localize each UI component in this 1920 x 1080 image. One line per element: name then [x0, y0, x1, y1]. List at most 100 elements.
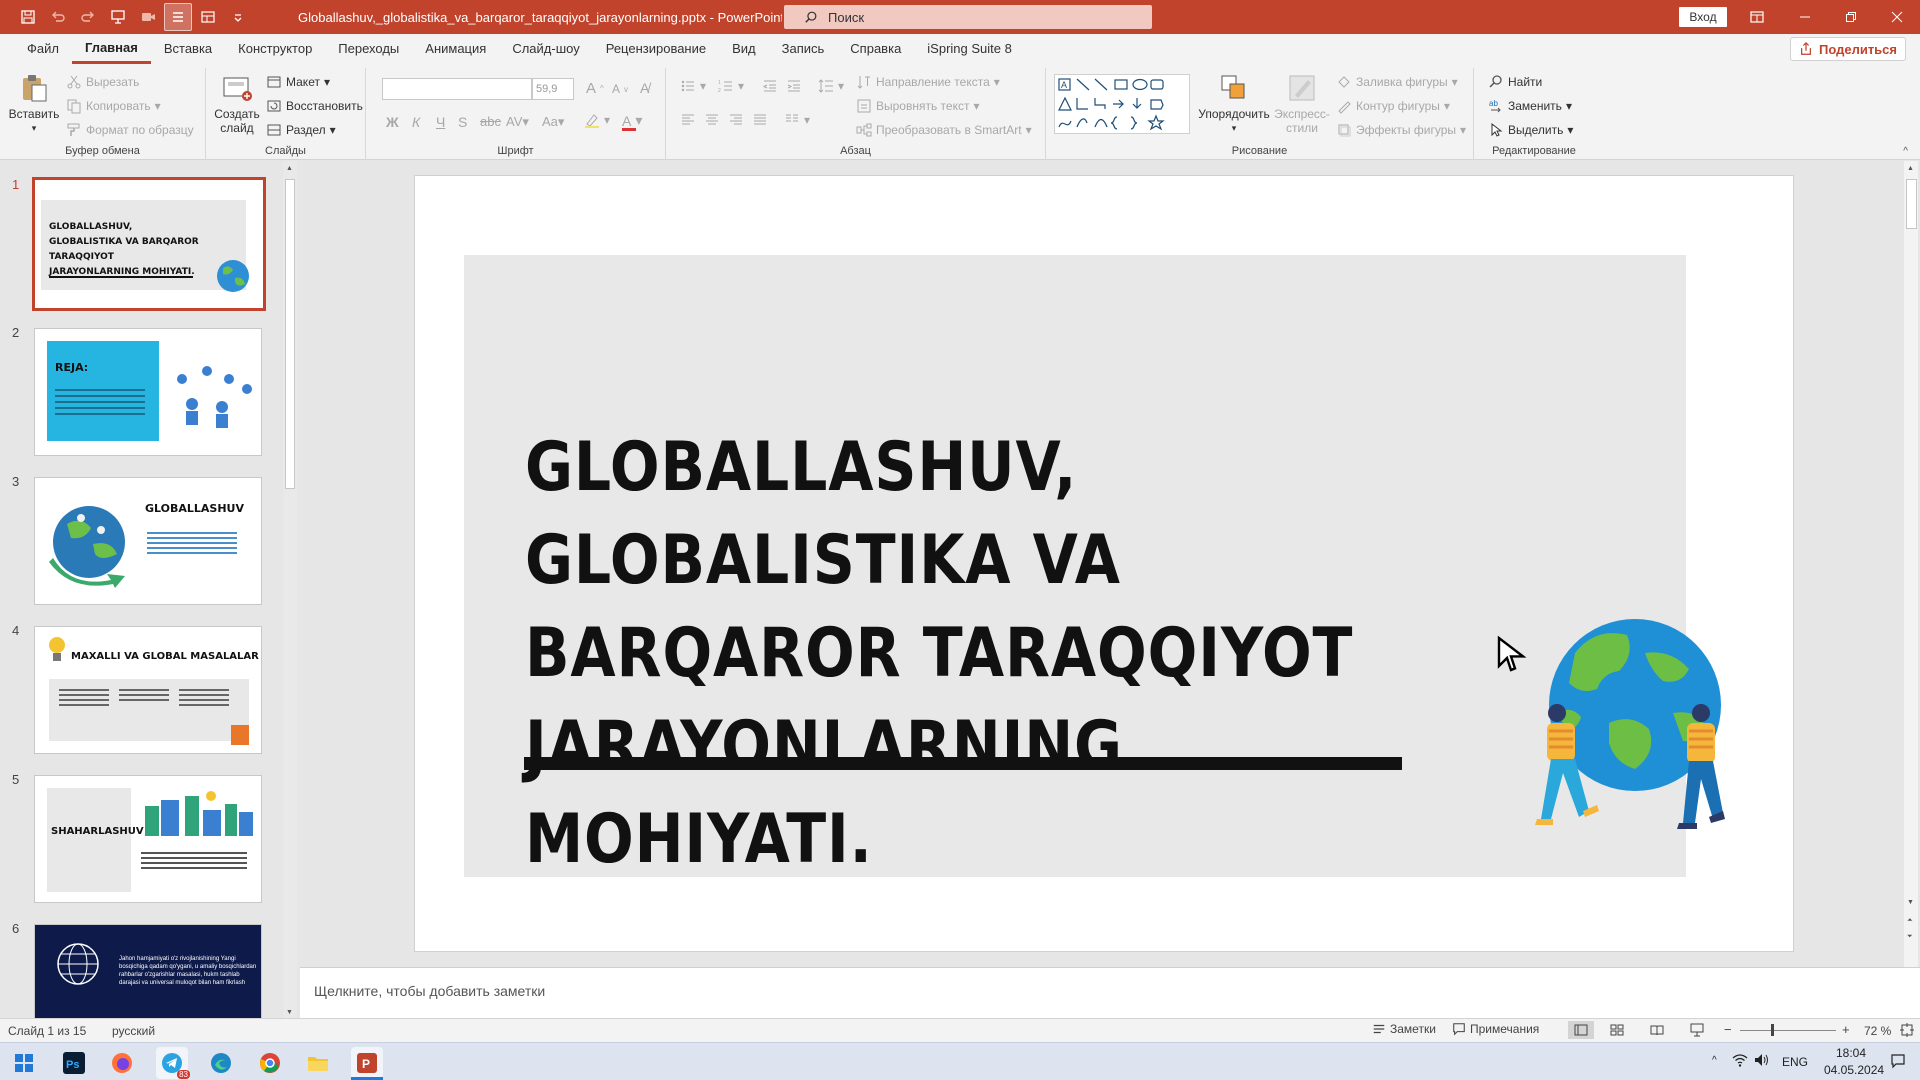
clock-date[interactable]: 04.05.2024	[1824, 1063, 1884, 1077]
copy-button[interactable]: Копировать ▾	[66, 98, 161, 114]
find-button[interactable]: Найти	[1488, 74, 1542, 90]
windows-start-icon[interactable]	[8, 1047, 40, 1079]
telegram-icon[interactable]: 83	[156, 1047, 190, 1079]
shape-fill-button[interactable]: Заливка фигуры ▾	[1336, 74, 1458, 90]
notes-toggle-button[interactable]: Заметки	[1372, 1022, 1436, 1036]
slide-title[interactable]: GLOBALLASHUV, GLOBALISTIKA VA BARQAROR T…	[525, 421, 1385, 886]
replace-button[interactable]: ab Заменить ▾	[1488, 98, 1572, 114]
font-name-combo[interactable]	[382, 78, 532, 100]
normal-view-button[interactable]	[1568, 1021, 1594, 1039]
text-direction-button[interactable]: Направление текста ▾	[856, 74, 1000, 90]
columns-button[interactable]: ▾	[784, 112, 810, 128]
next-slide-icon[interactable]: ⏷	[1907, 933, 1913, 941]
underline-button[interactable]: Ч	[436, 114, 445, 130]
grow-font-button[interactable]: A ^	[586, 80, 604, 97]
bold-button[interactable]: Ж	[386, 114, 399, 130]
slide-thumbnail-5[interactable]: SHAHARLASHUV	[34, 775, 262, 903]
ribbon-display-icon[interactable]	[1749, 9, 1765, 28]
slide-scroll-up-icon[interactable]: ▲	[1907, 165, 1914, 172]
clock-time[interactable]: 18:04	[1836, 1046, 1866, 1060]
powerpoint-icon[interactable]: P	[351, 1047, 383, 1079]
zoom-in-button[interactable]: +	[1842, 1022, 1850, 1037]
tab-review[interactable]: Рецензирование	[593, 34, 719, 64]
numbering-button[interactable]: 1 2 ▾	[718, 78, 744, 94]
thumbnails-scrollbar[interactable]: ▲ ▼	[283, 161, 297, 1018]
slide-scroll-down-icon[interactable]: ▼	[1907, 899, 1914, 906]
font-color-button[interactable]: A ▾	[622, 112, 642, 131]
section-button[interactable]: Раздел ▾	[266, 122, 336, 138]
thumbnails-scroll-thumb[interactable]	[285, 179, 295, 489]
firefox-icon[interactable]	[106, 1047, 138, 1079]
tab-record[interactable]: Запись	[769, 34, 838, 64]
zoom-level[interactable]: 72 %	[1864, 1024, 1891, 1038]
line-spacing-button[interactable]: ▾	[818, 78, 844, 94]
collapse-ribbon-icon[interactable]: ^	[1903, 146, 1908, 157]
slide-thumbnail-4[interactable]: MAXALLI VA GLOBAL MASALALAR	[34, 626, 262, 754]
clear-format-button[interactable]: A̸	[640, 80, 649, 96]
comments-toggle-button[interactable]: Примечания	[1452, 1022, 1539, 1036]
char-spacing-button[interactable]: AV▾	[506, 114, 529, 130]
slide-sorter-button[interactable]	[1610, 1024, 1624, 1039]
input-language[interactable]: ENG	[1782, 1055, 1808, 1069]
minimize-icon[interactable]	[1782, 0, 1828, 34]
align-right-button[interactable]	[728, 112, 744, 128]
zoom-slider[interactable]	[1740, 1030, 1836, 1031]
edge-icon[interactable]	[205, 1047, 237, 1079]
tab-insert[interactable]: Вставка	[151, 34, 225, 64]
tab-transitions[interactable]: Переходы	[325, 34, 412, 64]
slide-thumbnail-6[interactable]: Jahon hamjamiyati o'z rivojlanishining Y…	[34, 924, 262, 1018]
slide-scrollbar[interactable]: ▲ ▼ ⏶ ⏷	[1904, 161, 1918, 967]
photoshop-icon[interactable]: Ps	[58, 1047, 90, 1079]
tab-ispring[interactable]: iSpring Suite 8	[914, 34, 1025, 64]
close-icon[interactable]	[1874, 0, 1920, 34]
justify-button[interactable]	[752, 112, 768, 128]
align-text-button[interactable]: Выровнять текст ▾	[856, 98, 980, 114]
select-button[interactable]: Выделить ▾	[1488, 122, 1573, 138]
language-indicator[interactable]: русский	[112, 1024, 155, 1038]
signin-button[interactable]: Вход	[1679, 7, 1727, 27]
tab-animations[interactable]: Анимация	[412, 34, 499, 64]
save-icon[interactable]	[14, 3, 42, 31]
tab-design[interactable]: Конструктор	[225, 34, 325, 64]
notes-pane[interactable]: Щелкните, чтобы добавить заметки	[300, 967, 1920, 1018]
start-slideshow-icon[interactable]	[104, 3, 132, 31]
speaker-icon[interactable]	[1754, 1053, 1770, 1070]
tab-file[interactable]: Файл	[14, 34, 72, 64]
record-icon[interactable]	[134, 3, 162, 31]
change-case-button[interactable]: Aa▾	[542, 114, 564, 130]
restore-icon[interactable]	[1828, 0, 1874, 34]
layout-icon[interactable]	[194, 3, 222, 31]
increase-indent-button[interactable]	[786, 78, 802, 94]
fit-to-window-button[interactable]	[1900, 1023, 1914, 1040]
scroll-up-icon[interactable]: ▲	[286, 165, 293, 172]
align-center-button[interactable]	[704, 112, 720, 128]
shape-effects-button[interactable]: Эффекты фигуры ▾	[1336, 122, 1466, 138]
slideshow-button[interactable]	[1690, 1023, 1704, 1040]
zoom-slider-thumb[interactable]	[1771, 1024, 1774, 1036]
previous-slide-icon[interactable]: ⏶	[1907, 917, 1913, 925]
arrange-button[interactable]: Упорядочить ▾	[1196, 72, 1272, 135]
tab-home[interactable]: Главная	[71, 34, 151, 64]
align-left-button[interactable]	[680, 112, 696, 128]
tray-overflow-icon[interactable]: ^	[1712, 1055, 1717, 1066]
zoom-out-button[interactable]: −	[1724, 1022, 1732, 1037]
layout-button[interactable]: Макет ▾	[266, 74, 330, 90]
tab-view[interactable]: Вид	[719, 34, 769, 64]
chrome-icon[interactable]	[254, 1047, 286, 1079]
new-slide-button[interactable]: Создать слайд	[212, 72, 262, 135]
font-size-combo[interactable]: 59,9	[532, 78, 574, 100]
notification-center-icon[interactable]	[1890, 1053, 1906, 1072]
shrink-font-button[interactable]: Av	[612, 82, 628, 96]
smartart-button[interactable]: Преобразовать в SmartArt ▾	[856, 122, 1032, 138]
shapes-gallery[interactable]: A	[1054, 74, 1190, 134]
tab-slideshow[interactable]: Слайд-шоу	[499, 34, 592, 64]
current-slide[interactable]: GLOBALLASHUV, GLOBALISTIKA VA BARQAROR T…	[414, 175, 1794, 952]
strikethrough-button[interactable]: abc	[480, 114, 501, 129]
slide-scroll-thumb[interactable]	[1906, 179, 1917, 229]
reading-view-button[interactable]	[1650, 1024, 1664, 1039]
italic-button[interactable]: К	[412, 114, 420, 130]
paste-button[interactable]: Вставить ▾	[6, 72, 62, 135]
undo-icon[interactable]	[44, 3, 72, 31]
shape-outline-button[interactable]: Контур фигуры ▾	[1336, 98, 1450, 114]
redo-icon[interactable]	[74, 3, 102, 31]
